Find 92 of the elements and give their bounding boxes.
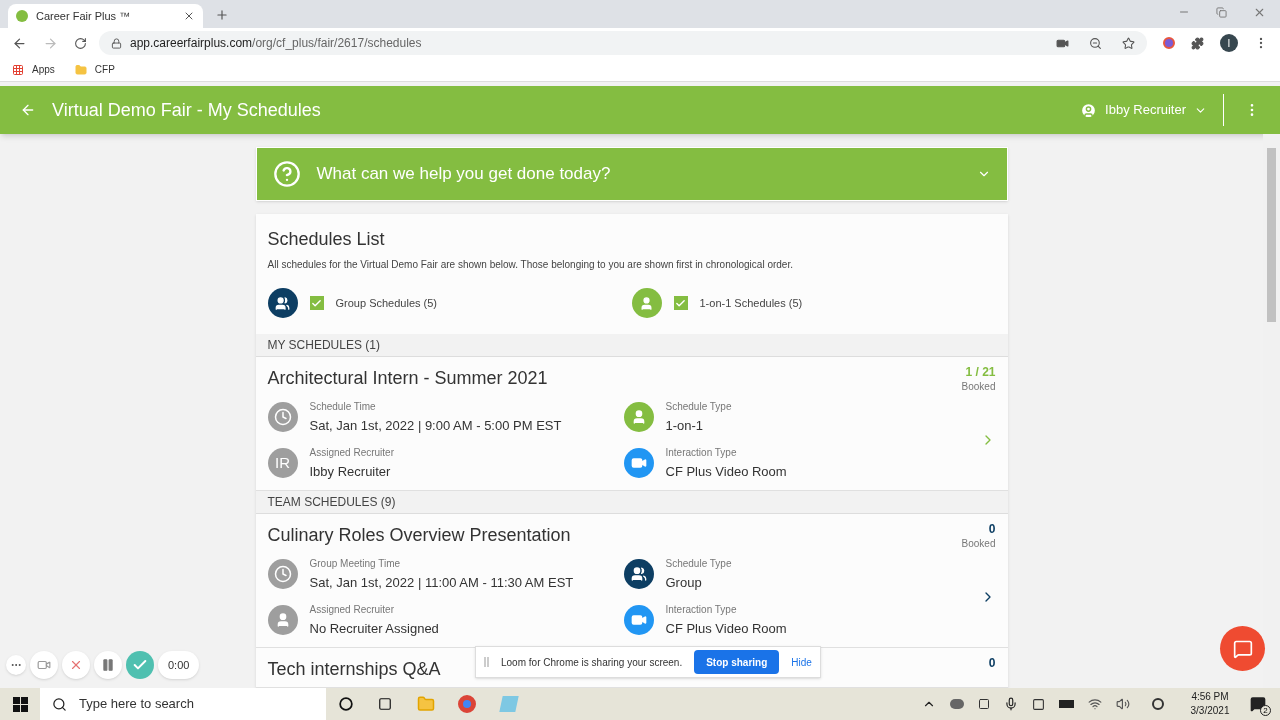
field-label: Interaction Type [665,445,738,460]
booked-count: 0 [988,656,996,670]
field-value: Sat, Jan 1st, 2022 | 11:00 AM - 11:30 AM EST [309,573,574,592]
search-icon [52,696,67,712]
chat-icon [1232,638,1253,659]
close-icon [69,658,83,672]
chat-button[interactable] [1220,626,1265,671]
back-icon[interactable] [12,35,27,51]
camera-toggle-button[interactable] [30,651,58,679]
booked-label: Booked [961,537,996,551]
booked-label: Booked [961,380,996,394]
field-value: CF Plus Video Room [665,619,787,638]
site-logo-icon [16,10,28,22]
zoom-icon[interactable] [1089,36,1102,50]
wifi-icon[interactable] [1088,697,1102,711]
clock-date[interactable]: 3/3/2021 [1190,704,1230,718]
field-label: Group Meeting Time [309,556,402,571]
filter-checkbox[interactable] [673,296,688,310]
lock-icon [111,37,122,49]
group-icon [267,288,298,318]
cortana-icon[interactable] [339,697,353,711]
screen-icon[interactable] [1032,697,1045,711]
video-chat-icon [623,605,654,635]
person-icon [623,402,654,432]
tab-title: Career Fair Plus ™ [36,8,132,24]
field-label: Schedule Type [665,556,732,571]
close-icon[interactable] [183,10,195,22]
field-value: 1-on-1 [665,416,705,435]
recruiter-avatar: IR [267,448,298,478]
address-field[interactable]: app.careerfairplus.com/org/cf_plus/fair/2617/schedules [99,31,1147,55]
field-label: Interaction Type [665,602,738,617]
restore-icon[interactable] [1216,7,1227,18]
card-title: Schedules List [267,228,386,251]
drag-handle-icon[interactable] [484,657,489,667]
chrome-icon[interactable] [458,695,476,713]
taskbar-search-field[interactable]: Type here to search [40,688,326,720]
pause-icon [101,658,115,672]
field-value: CF Plus Video Room [665,462,787,481]
star-icon[interactable] [1122,36,1135,50]
schedule-title[interactable]: Culinary Roles Overview Presentation [267,522,571,549]
help-icon [272,160,301,188]
video-chat-icon [623,448,654,478]
card-description: All schedules for the Virtual Demo Fair are shown below. Those belonging to you are shown first in chronological order. [267,258,794,272]
page-title: Virtual Demo Fair - My Schedules [52,98,321,122]
field-label: Schedule Time [309,399,377,414]
field-value: Group [665,573,703,592]
field-value: Ibby Recruiter [309,462,392,481]
field-value: Sat, Jan 1st, 2022 | 9:00 AM - 5:00 PM EST [309,416,562,435]
sharing-message: Loom for Chrome is sharing your screen. [501,655,683,670]
recording-timer: 0:00 [158,651,200,679]
schedule-title[interactable]: Architectural Intern - Summer 2021 [267,365,548,392]
filter-label: Group Schedules (5) [335,295,437,311]
notification-icon[interactable] [1250,696,1266,712]
account-icon [1080,101,1098,119]
filter-label: 1-on-1 Schedules (5) [699,295,803,311]
group-icon [623,559,654,589]
browser-tab[interactable]: Career Fair Plus ™ [8,4,203,28]
section-heading: MY SCHEDULES (1) [255,334,1008,357]
person-icon [631,288,662,318]
url-text: app.careerfairplus.com/org/cf_plus/fair/2617/schedules [130,35,422,52]
more-button[interactable] [6,655,26,675]
task-view-icon[interactable] [378,697,392,711]
clock-time[interactable]: 4:56 PM [1191,690,1229,704]
notification-count: 2 [1260,705,1271,716]
microphone-icon[interactable] [1004,697,1018,711]
person-icon [267,605,298,635]
schedule-title[interactable]: Tech internships Q&A [267,656,441,683]
booked-count: 0 [988,522,996,536]
filter-checkbox[interactable] [309,296,324,310]
reload-icon[interactable] [74,36,87,50]
finish-button[interactable] [126,651,154,679]
bookmark[interactable]: CFP [94,62,115,77]
puzzle-icon[interactable] [1191,36,1204,50]
bookmark[interactable]: Apps [32,62,55,77]
help-text: What can we help you get done today? [316,163,612,186]
field-label: Schedule Type [665,399,732,414]
apps-grid-icon[interactable] [12,63,24,76]
section-heading: TEAM SCHEDULES (9) [255,491,1008,514]
close-window-icon[interactable] [1253,6,1266,19]
clock-icon [267,559,298,589]
pause-button[interactable] [94,651,122,679]
volume-icon[interactable] [1116,697,1130,711]
field-value: No Recruiter Assigned [309,619,439,638]
booked-count: 1 / 21 [965,365,996,379]
profile-avatar[interactable]: I [1220,34,1238,52]
field-label: Assigned Recruiter [309,602,395,617]
clock-icon [267,402,298,432]
extension-icon[interactable] [1163,37,1175,49]
new-tab-icon[interactable] [215,8,229,22]
stop-sharing-button[interactable]: Stop sharing [694,650,780,674]
field-label: Assigned Recruiter [309,445,394,460]
hide-link[interactable]: Hide [791,654,812,670]
